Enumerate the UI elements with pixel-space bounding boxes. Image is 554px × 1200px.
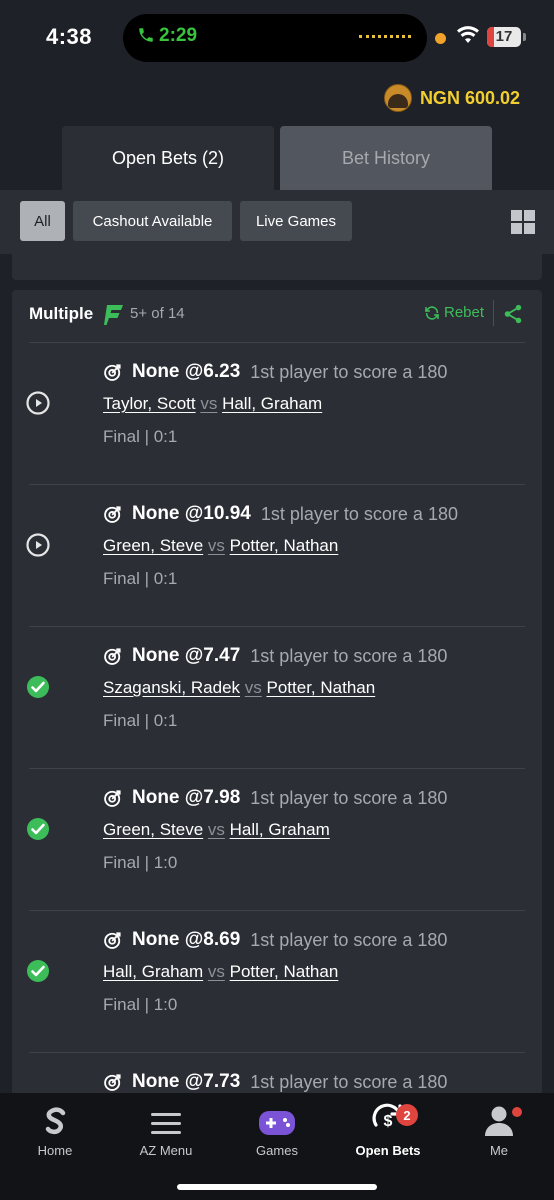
target-icon (104, 364, 121, 381)
bet-card[interactable]: Multiple 5+ of 14 Rebet None @6.23 1st p… (12, 290, 542, 1110)
nav-label: Games (256, 1143, 298, 1158)
share-icon[interactable] (502, 303, 524, 325)
leg-market: 1st player to score a 180 (250, 361, 448, 382)
mic-indicator (435, 33, 446, 44)
check-circle-icon (27, 960, 49, 982)
notification-dot (512, 1107, 522, 1117)
leg-market: 1st player to score a 180 (260, 503, 458, 524)
leg-pick: None @10.94 (132, 503, 251, 524)
sportybet-logo-icon (45, 1107, 66, 1135)
nav-label: Home (37, 1143, 73, 1158)
home-indicator (177, 1184, 377, 1190)
bet-count: 5+ of 14 (130, 305, 185, 322)
rebet-button[interactable]: Rebet (424, 304, 484, 321)
target-icon (104, 1074, 121, 1091)
away-team-link[interactable]: Potter, Nathan (230, 536, 339, 555)
dynamic-island[interactable]: 2:29 (123, 14, 427, 62)
home-team-link[interactable]: Szaganski, Radek (103, 678, 240, 697)
menu-icon (151, 1113, 181, 1134)
gamepad-icon (259, 1111, 295, 1135)
nav-az-menu[interactable]: AZ Menu (111, 1101, 221, 1158)
leg-result: Final | 1:0 (103, 853, 178, 872)
call-timer: 2:29 (159, 25, 198, 46)
bet-card-header: Multiple 5+ of 14 Rebet (12, 290, 542, 342)
battery-indicator: 17 (487, 27, 521, 47)
filter-cashout-available[interactable]: Cashout Available (73, 201, 232, 241)
avatar (383, 84, 412, 112)
bet-leg[interactable]: None @10.94 1st player to score a 180 Gr… (12, 485, 542, 627)
leg-market: 1st player to score a 180 (250, 645, 448, 666)
vs-label: vs (207, 536, 225, 555)
check-circle-icon (27, 676, 49, 698)
status-bar: 4:38 2:29 17 (0, 0, 554, 80)
leg-pick: None @7.73 (132, 1071, 241, 1092)
target-icon (104, 790, 121, 807)
vs-label: vs (207, 820, 225, 839)
call-indicator: 2:29 (137, 25, 197, 47)
status-time: 4:38 (46, 24, 93, 49)
home-team-link[interactable]: Green, Steve (103, 820, 203, 839)
target-icon (104, 648, 121, 665)
nav-me[interactable]: Me (444, 1101, 554, 1158)
live-play-icon (26, 533, 50, 557)
battery-level: 17 (495, 28, 513, 45)
home-team-link[interactable]: Taylor, Scott (103, 394, 196, 413)
nav-games[interactable]: Games (222, 1101, 332, 1158)
filter-live-games[interactable]: Live Games (240, 201, 352, 241)
live-play-icon (26, 391, 50, 415)
svg-text:$: $ (384, 1113, 393, 1130)
bet-leg[interactable]: None @6.23 1st player to score a 180 Tay… (12, 343, 542, 485)
away-team-link[interactable]: Hall, Graham (222, 394, 322, 413)
bet-leg[interactable]: None @7.47 1st player to score a 180 Sza… (12, 627, 542, 769)
leg-pick: None @7.98 (132, 787, 241, 808)
account-balance[interactable]: NGN 600.02 (383, 84, 520, 112)
user-icon (485, 1106, 513, 1136)
tab-open-bets[interactable]: Open Bets (2) (62, 126, 274, 190)
balance-amount: NGN 600.02 (419, 87, 520, 108)
vs-label: vs (207, 962, 225, 981)
home-team-link[interactable]: Green, Steve (103, 536, 203, 555)
leg-market: 1st player to score a 180 (250, 787, 448, 808)
leg-pick: None @7.47 (132, 645, 241, 666)
bet-type: Multiple (29, 304, 94, 323)
bet-leg[interactable]: None @7.98 1st player to score a 180 Gre… (12, 769, 542, 911)
leg-pick: None @8.69 (132, 929, 241, 950)
bet-leg[interactable]: None @8.69 1st player to score a 180 Hal… (12, 911, 542, 1053)
leg-pick: None @6.23 (132, 361, 241, 382)
nav-label: Me (489, 1143, 509, 1158)
leg-market: 1st player to score a 180 (250, 1071, 448, 1092)
flexibet-icon (104, 305, 123, 325)
grid-view-icon[interactable] (511, 210, 535, 234)
wifi-icon (457, 26, 479, 43)
away-team-link[interactable]: Potter, Nathan (267, 678, 376, 697)
nav-label: Open Bets (355, 1143, 421, 1158)
leg-result: Final | 0:1 (103, 569, 178, 588)
tab-bet-history[interactable]: Bet History (280, 126, 492, 190)
previous-bet-card (12, 254, 542, 280)
home-team-link[interactable]: Hall, Graham (103, 962, 203, 981)
nav-label: AZ Menu (139, 1143, 193, 1158)
away-team-link[interactable]: Potter, Nathan (230, 962, 339, 981)
audio-dots (359, 35, 411, 42)
vs-label: vs (244, 678, 262, 697)
phone-icon (139, 28, 153, 42)
leg-result: Final | 0:1 (103, 711, 178, 730)
leg-result: Final | 1:0 (103, 995, 178, 1014)
away-team-link[interactable]: Hall, Graham (230, 820, 330, 839)
vs-label: vs (200, 394, 218, 413)
target-icon (104, 932, 121, 949)
leg-market: 1st player to score a 180 (250, 929, 448, 950)
nav-open-bets[interactable]: $ 2 Open Bets (333, 1101, 443, 1158)
filter-all[interactable]: All (20, 201, 65, 241)
nav-home[interactable]: Home (0, 1101, 110, 1158)
rebet-label: Rebet (444, 304, 485, 321)
check-circle-icon (27, 818, 49, 840)
target-icon (104, 506, 121, 523)
leg-result: Final | 0:1 (103, 427, 178, 446)
refresh-icon (425, 305, 439, 320)
open-bets-badge: 2 (396, 1104, 418, 1126)
